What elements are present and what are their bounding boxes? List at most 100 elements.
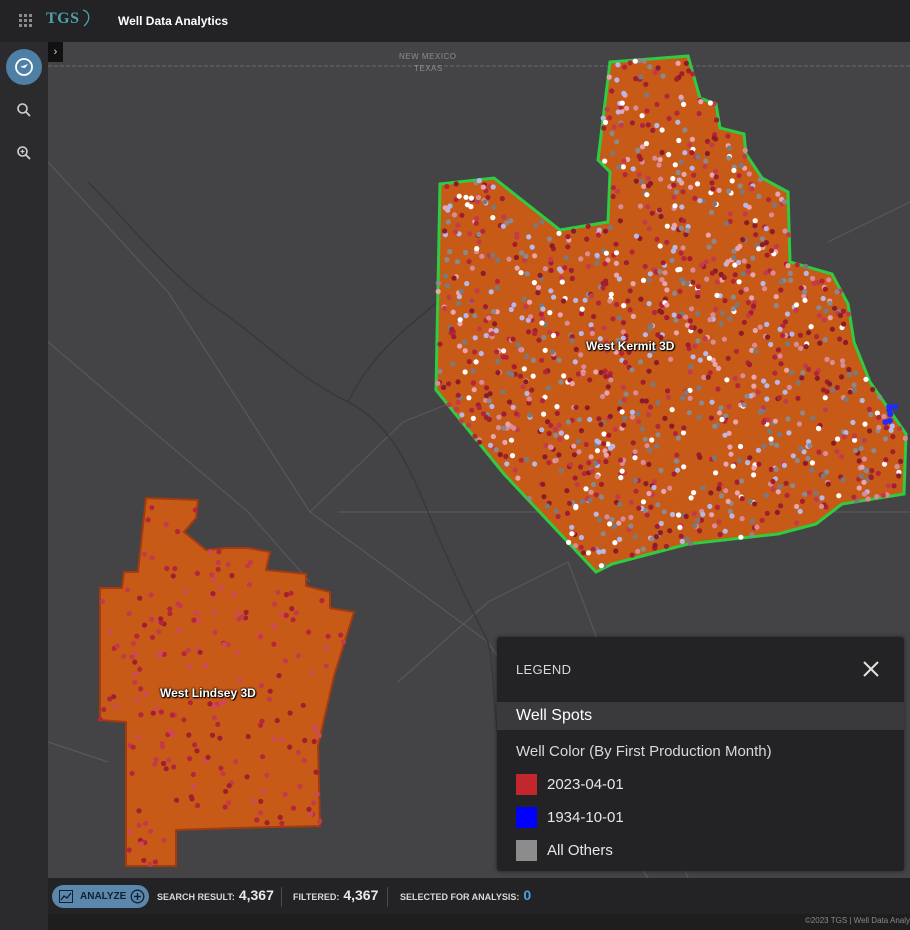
well-spot[interactable] [778, 503, 784, 509]
well-spot[interactable] [579, 499, 585, 505]
well-spot[interactable] [846, 372, 852, 378]
well-spot[interactable] [711, 201, 718, 207]
well-spot[interactable] [824, 356, 830, 362]
well-spot[interactable] [546, 385, 552, 391]
well-spot[interactable] [130, 640, 137, 647]
well-spot[interactable] [137, 595, 143, 601]
well-spot[interactable] [607, 115, 613, 121]
well-spot[interactable] [580, 550, 587, 556]
well-spot[interactable] [834, 448, 840, 455]
well-spot[interactable] [500, 389, 506, 395]
well-spot[interactable] [835, 436, 841, 442]
well-spot[interactable] [840, 308, 847, 314]
well-spot[interactable] [470, 368, 476, 374]
well-spot[interactable] [671, 222, 678, 228]
well-spot[interactable] [512, 467, 518, 473]
well-spot[interactable] [288, 590, 294, 596]
well-spot[interactable] [794, 503, 800, 510]
well-spot[interactable] [211, 609, 217, 615]
well-spot[interactable] [744, 220, 750, 226]
well-spot[interactable] [616, 520, 622, 526]
well-spot[interactable] [444, 183, 450, 190]
analyze-button[interactable]: ANALYZE [52, 885, 149, 908]
well-spot[interactable] [892, 403, 899, 410]
well-spot[interactable] [479, 379, 485, 385]
well-spot[interactable] [444, 257, 450, 263]
well-spot[interactable] [786, 430, 792, 436]
well-spot[interactable] [628, 514, 634, 520]
well-spot[interactable] [506, 256, 512, 262]
well-spot[interactable] [681, 425, 687, 431]
well-spot[interactable] [313, 769, 319, 775]
well-spot[interactable] [773, 466, 779, 472]
well-spot[interactable] [211, 704, 217, 710]
well-spot[interactable] [739, 189, 746, 195]
well-spot[interactable] [656, 207, 663, 213]
well-spot[interactable] [602, 158, 608, 164]
well-spot[interactable] [129, 770, 135, 776]
well-spot[interactable] [202, 663, 208, 669]
well-spot[interactable] [580, 371, 586, 377]
well-spot[interactable] [837, 312, 844, 318]
well-spot[interactable] [194, 570, 200, 577]
well-spot[interactable] [571, 228, 577, 234]
well-spot[interactable] [687, 395, 693, 401]
well-spot[interactable] [512, 241, 518, 247]
well-spot[interactable] [672, 162, 678, 168]
well-spot[interactable] [556, 266, 563, 272]
well-spot[interactable] [659, 127, 665, 133]
well-spot[interactable] [495, 257, 501, 263]
well-spot[interactable] [675, 435, 681, 441]
well-spot[interactable] [99, 598, 106, 605]
well-spot[interactable] [542, 266, 548, 272]
well-spot[interactable] [726, 188, 732, 194]
well-spot[interactable] [772, 418, 779, 424]
well-spot[interactable] [639, 113, 645, 119]
well-spot[interactable] [750, 272, 756, 278]
well-spot[interactable] [114, 643, 120, 649]
well-spot[interactable] [209, 732, 216, 738]
well-spot[interactable] [843, 396, 849, 402]
well-spot[interactable] [794, 520, 800, 526]
well-spot[interactable] [740, 237, 746, 243]
well-spot[interactable] [800, 410, 806, 416]
well-spot[interactable] [156, 628, 162, 635]
well-spot[interactable] [683, 513, 689, 519]
well-spot[interactable] [556, 230, 562, 236]
well-spot[interactable] [641, 58, 647, 64]
well-spot[interactable] [264, 820, 270, 826]
well-spot[interactable] [559, 279, 565, 285]
well-spot[interactable] [490, 252, 496, 258]
well-spot[interactable] [282, 791, 288, 798]
well-spot[interactable] [653, 360, 660, 366]
well-spot[interactable] [603, 459, 609, 465]
well-spot[interactable] [813, 370, 820, 377]
well-spot[interactable] [838, 453, 845, 460]
well-spot[interactable] [129, 654, 135, 660]
well-spot[interactable] [551, 294, 557, 300]
well-spot[interactable] [698, 262, 705, 268]
well-spot[interactable] [271, 641, 277, 647]
well-spot[interactable] [647, 352, 653, 358]
well-spot[interactable] [628, 499, 634, 505]
well-spot[interactable] [472, 433, 478, 439]
well-spot[interactable] [646, 368, 652, 374]
well-spot[interactable] [260, 788, 266, 794]
well-spot[interactable] [578, 544, 584, 550]
well-spot[interactable] [681, 101, 687, 107]
well-spot[interactable] [338, 632, 344, 638]
well-spot[interactable] [770, 478, 776, 485]
well-spot[interactable] [806, 366, 812, 372]
well-spot[interactable] [667, 485, 673, 491]
well-spot[interactable] [473, 216, 479, 222]
well-spot[interactable] [669, 423, 675, 429]
well-spot[interactable] [688, 364, 694, 370]
well-spot[interactable] [581, 364, 587, 370]
well-spot[interactable] [831, 440, 837, 446]
well-spot[interactable] [447, 249, 453, 255]
well-spot[interactable] [593, 460, 599, 466]
well-spot[interactable] [816, 305, 822, 311]
well-spot[interactable] [523, 379, 529, 385]
well-spot[interactable] [697, 328, 703, 334]
well-spot[interactable] [806, 490, 813, 496]
